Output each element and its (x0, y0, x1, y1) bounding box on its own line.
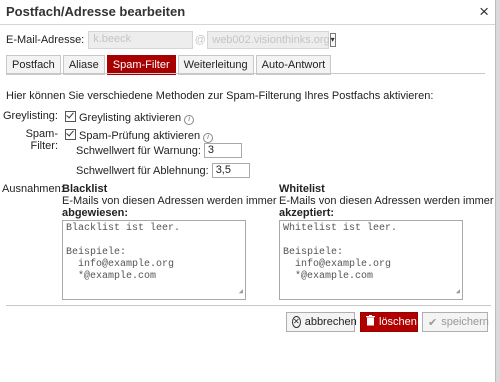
at-sign: @ (194, 34, 206, 46)
whitelist-block: Whitelist E-Mails von diesen Adressen we… (279, 183, 494, 300)
edit-mailbox-dialog: Postfach/Adresse bearbeiten × E-Mail-Adr… (0, 0, 496, 382)
dialog-titlebar: Postfach/Adresse bearbeiten × (0, 0, 495, 25)
cancel-button-label: abbrechen (304, 316, 357, 328)
blacklist-textarea[interactable]: Blacklist ist leer. Beispiele: info@exam… (62, 220, 246, 300)
cancel-button[interactable]: ✕ abbrechen (286, 312, 357, 332)
delete-button-label: löschen (379, 316, 417, 328)
checkmark-icon: ✔ (428, 316, 438, 329)
spamfilter-checkbox[interactable] (65, 129, 76, 140)
intro-text: Hier können Sie verschiedene Methoden zu… (6, 90, 434, 102)
blacklist-placeholder: Blacklist ist leer. Beispiele: info@exam… (66, 223, 181, 282)
whitelist-textarea[interactable]: Whitelist ist leer. Beispiele: info@exam… (279, 220, 463, 300)
tab-spam-filter[interactable]: Spam-Filter (106, 55, 176, 75)
delete-button[interactable]: löschen (360, 312, 418, 332)
cancel-circle-icon: ✕ (292, 316, 301, 328)
tab-aliase[interactable]: Aliase (62, 55, 105, 75)
greylisting-label: Greylisting: (2, 110, 58, 122)
greylisting-option[interactable]: Greylisting aktivieren i (65, 110, 195, 125)
spamfilter-checkbox-label: Spam-Prüfung aktivieren (79, 130, 201, 142)
tab-postfach[interactable]: Postfach (6, 55, 61, 75)
domain-select[interactable]: web002.visionthinks.org ▾ (207, 31, 336, 49)
warning-threshold-label: Schwellwert für Warnung: (76, 144, 201, 157)
spamfilter-option[interactable]: Spam-Prüfung aktivieren i (65, 128, 214, 143)
tab-divider (6, 73, 485, 74)
email-label: E-Mail-Adresse: (6, 34, 85, 46)
trash-icon (366, 315, 375, 329)
whitelist-desc: E-Mails von diesen Adressen werden immer (279, 195, 494, 207)
resize-grip-icon[interactable]: ◢ (239, 286, 243, 298)
whitelist-placeholder: Whitelist ist leer. Beispiele: info@exam… (283, 223, 398, 282)
info-icon[interactable]: i (184, 115, 195, 125)
info-icon[interactable]: i (203, 133, 214, 143)
close-icon[interactable]: × (479, 2, 489, 22)
whitelist-desc-emph: akzeptiert: (279, 207, 335, 219)
blacklist-title: Blacklist (62, 183, 108, 195)
reject-threshold-row: Schwellwert für Ablehnung: 3,5 (76, 163, 250, 178)
chevron-down-icon[interactable]: ▾ (329, 33, 336, 47)
greylisting-checkbox-label: Greylisting aktivieren (79, 112, 182, 124)
resize-grip-icon[interactable]: ◢ (456, 286, 460, 298)
whitelist-title: Whitelist (279, 183, 325, 195)
tab-bar: Postfach Aliase Spam-Filter Weiterleitun… (6, 55, 333, 75)
spamfilter-label: Spam-Filter: (25, 128, 58, 152)
blacklist-block: Blacklist E-Mails von diesen Adressen we… (62, 183, 277, 300)
footer-divider (6, 305, 491, 306)
reject-threshold-label: Schwellwert für Ablehnung: (76, 164, 209, 177)
tab-auto-antwort[interactable]: Auto-Antwort (255, 55, 332, 75)
email-row: E-Mail-Adresse: k.beeck @ web002.visiont… (6, 30, 336, 50)
warning-threshold-input[interactable]: 3 (203, 143, 242, 158)
domain-value: web002.visionthinks.org (212, 34, 330, 46)
blacklist-desc-emph: abgewiesen: (62, 207, 129, 219)
blacklist-desc: E-Mails von diesen Adressen werden immer (62, 195, 277, 207)
email-local-input[interactable]: k.beeck (88, 31, 194, 49)
greylisting-checkbox[interactable] (65, 111, 76, 122)
reject-threshold-input[interactable]: 3,5 (211, 163, 250, 178)
warning-threshold-row: Schwellwert für Warnung: 3 (76, 143, 242, 158)
save-button-label: speichern (441, 316, 489, 328)
save-button[interactable]: ✔ speichern (422, 312, 489, 332)
tab-weiterleitung[interactable]: Weiterleitung (177, 55, 254, 75)
exceptions-label: Ausnahmen: (2, 183, 64, 195)
dialog-title: Postfach/Adresse bearbeiten (6, 4, 186, 19)
